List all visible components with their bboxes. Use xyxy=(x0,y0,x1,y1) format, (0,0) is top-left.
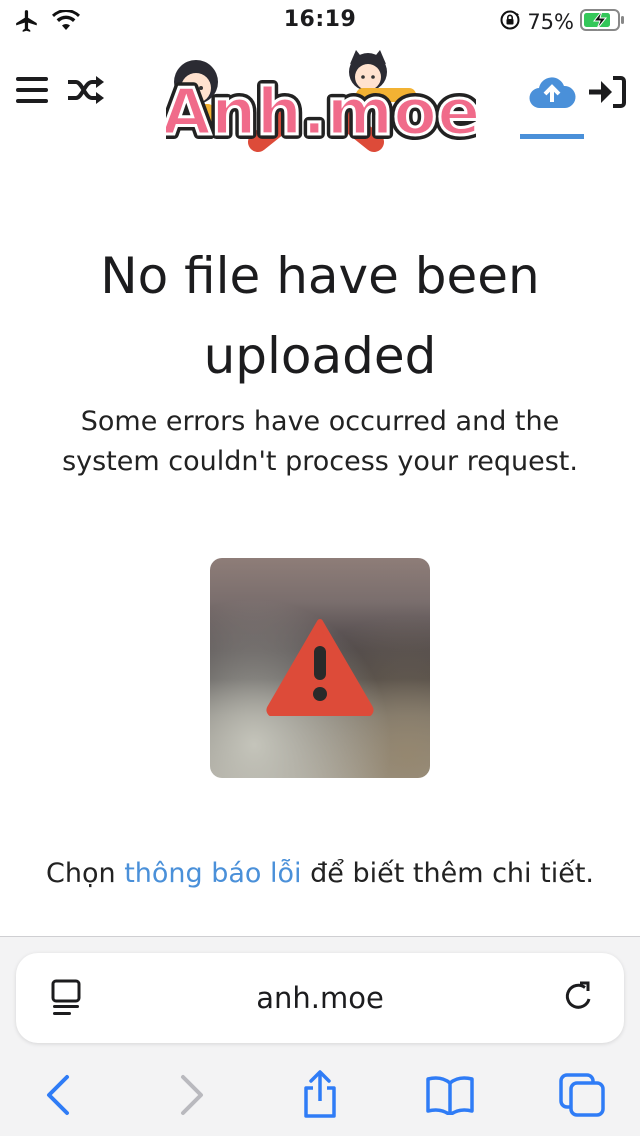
sign-in-icon[interactable] xyxy=(586,72,628,112)
upload-active-indicator xyxy=(520,134,584,139)
shuffle-icon[interactable] xyxy=(66,72,106,108)
battery-percent: 75% xyxy=(527,10,574,34)
upload-cloud-icon[interactable] xyxy=(528,72,576,112)
browser-toolbar: anh.moe xyxy=(0,936,640,1136)
site-logo[interactable]: Anh.moe Anh.moe xyxy=(156,42,486,172)
browser-nav xyxy=(0,1065,640,1125)
orientation-lock-icon xyxy=(499,9,521,35)
help-text: Chọn thông báo lỗi để biết thêm chi tiết… xyxy=(0,858,640,889)
back-icon[interactable] xyxy=(28,1065,88,1125)
error-details-link[interactable]: thông báo lỗi xyxy=(124,858,301,889)
share-icon[interactable] xyxy=(290,1065,350,1125)
forward-icon[interactable] xyxy=(162,1065,222,1125)
bookmarks-icon[interactable] xyxy=(420,1065,480,1125)
warning-image xyxy=(210,558,430,778)
error-description: Some errors have occurred and the system… xyxy=(62,406,578,477)
url-text[interactable]: anh.moe xyxy=(16,981,624,1015)
help-prefix: Chọn xyxy=(46,858,125,889)
error-title: No file have been uploaded xyxy=(100,247,540,385)
warning-triangle-icon xyxy=(264,616,376,720)
battery-charging-icon xyxy=(580,8,626,36)
site-header: Anh.moe Anh.moe xyxy=(0,42,640,172)
reload-icon[interactable] xyxy=(562,979,596,1019)
logo-text: Anh.moe xyxy=(166,76,476,150)
tabs-icon[interactable] xyxy=(552,1065,612,1125)
menu-icon[interactable] xyxy=(14,72,50,108)
address-bar[interactable]: anh.moe xyxy=(16,953,624,1043)
status-bar: 16:19 75% xyxy=(0,0,640,42)
help-suffix: để biết thêm chi tiết. xyxy=(301,858,594,889)
